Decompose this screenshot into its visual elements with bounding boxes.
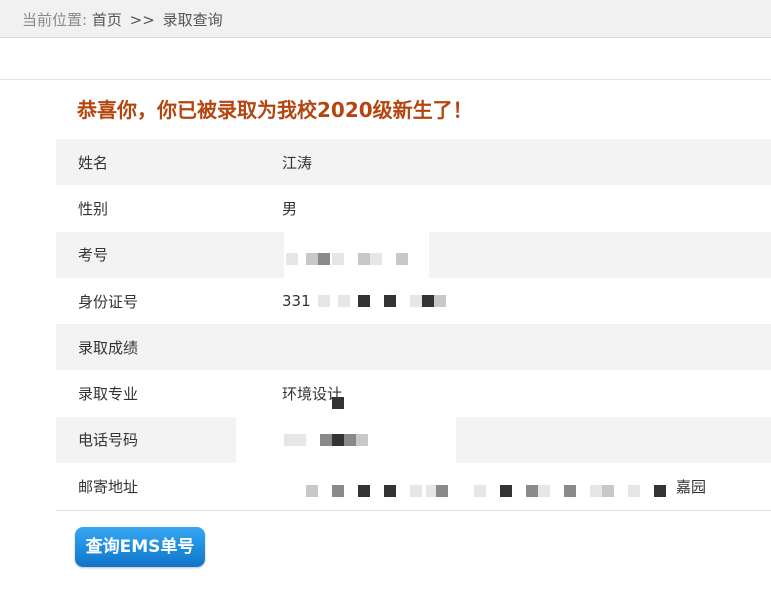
- info-row-name: 姓名 江涛: [56, 139, 771, 186]
- row-value: 男: [282, 199, 298, 218]
- redacted-mark: [332, 396, 346, 409]
- redaction-patch: [241, 370, 451, 417]
- table-divider: [56, 510, 771, 511]
- row-label: 邮寄地址: [78, 477, 139, 496]
- redacted-id-number: [318, 295, 453, 308]
- redacted-exam-number: [286, 253, 416, 266]
- row-label: 录取成绩: [78, 338, 139, 357]
- info-row-admission-score: 录取成绩: [56, 324, 771, 371]
- row-label: 考号: [78, 246, 109, 265]
- info-row-phone: 电话号码: [56, 416, 771, 464]
- breadcrumb-current-page: 录取查询: [162, 11, 223, 29]
- breadcrumb-separator: >>: [129, 11, 155, 29]
- sub-header-bar: [0, 38, 771, 80]
- breadcrumb-home-link[interactable]: 首页: [92, 0, 122, 40]
- row-label: 性别: [78, 199, 109, 218]
- row-label: 电话号码: [78, 431, 139, 450]
- row-value: 江涛: [282, 153, 313, 172]
- row-label: 录取专业: [78, 385, 139, 404]
- info-row-major: 录取专业 环境设计: [56, 370, 771, 417]
- redacted-address: [306, 484, 671, 497]
- admission-query-page: 当前位置: 首页 >> 录取查询 恭喜你，你已被录取为我校2020级新生了！ 姓…: [0, 0, 771, 612]
- admission-headline: 恭喜你，你已被录取为我校2020级新生了！: [77, 98, 473, 122]
- info-row-id-number: 身份证号 331: [56, 278, 771, 324]
- query-ems-number-button[interactable]: 查询EMS单号: [75, 527, 205, 567]
- info-row-mailing-address: 邮寄地址 嘉园: [56, 463, 771, 509]
- row-label: 姓名: [78, 153, 109, 172]
- info-row-exam-number: 考号: [56, 231, 771, 278]
- info-row-gender: 性别 男: [56, 185, 771, 231]
- redacted-phone: [284, 433, 374, 446]
- breadcrumb: 当前位置: 首页 >> 录取查询: [0, 0, 771, 38]
- row-value: 嘉园: [676, 477, 707, 496]
- row-label: 身份证号: [78, 292, 139, 311]
- admission-info-table: 姓名 江涛 性别 男 考号 身份证号 331 录取成绩 录取专业 环境设计 电话…: [56, 139, 771, 509]
- row-value: 331: [282, 292, 311, 311]
- breadcrumb-current-label: 当前位置:: [22, 11, 88, 29]
